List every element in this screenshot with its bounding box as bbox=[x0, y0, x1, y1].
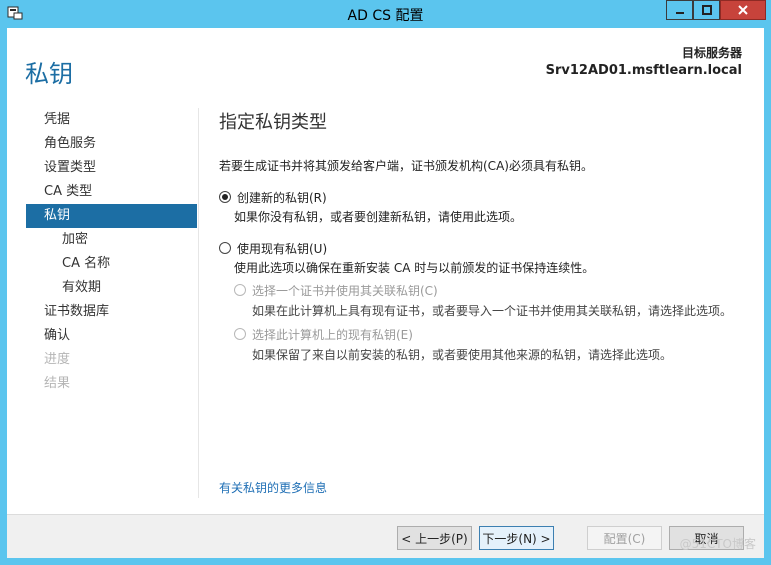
minimize-icon bbox=[675, 12, 684, 14]
wizard-nav: 凭据 角色服务 设置类型 CA 类型 私钥 加密 CA 名称 有效期 证书数据库… bbox=[26, 108, 197, 396]
use-existing-key-label: 使用现有私钥(U) bbox=[237, 241, 328, 256]
maximize-icon bbox=[701, 5, 712, 15]
nav-item-confirmation[interactable]: 确认 bbox=[26, 324, 197, 348]
minimize-button[interactable] bbox=[666, 0, 693, 20]
use-existing-key-description: 使用此选项以确保在重新安装 CA 时与以前颁发的证书保持连续性。 bbox=[234, 261, 595, 275]
target-server-value: Srv12AD01.msftlearn.local bbox=[545, 63, 742, 78]
target-server-label: 目标服务器 bbox=[681, 46, 742, 60]
intro-text: 若要生成证书并将其颁发给客户端，证书颁发机构(CA)必须具有私钥。 bbox=[219, 159, 593, 173]
window-title: AD CS 配置 bbox=[347, 8, 424, 24]
select-cert-option: 选择一个证书并使用其关联私钥(C) bbox=[234, 281, 749, 299]
configure-button: 配置(C) bbox=[587, 526, 662, 550]
nav-item-ca-name[interactable]: CA 名称 bbox=[26, 252, 197, 276]
use-existing-key-option[interactable]: 使用现有私钥(U) bbox=[219, 239, 749, 257]
select-existing-key-label: 选择此计算机上的现有私钥(E) bbox=[252, 327, 413, 342]
nav-item-role-services[interactable]: 角色服务 bbox=[26, 132, 197, 156]
nav-divider bbox=[198, 108, 199, 498]
wizard-client-area: 私钥 目标服务器 Srv12AD01.msftlearn.local 凭据 角色… bbox=[7, 28, 764, 558]
nav-item-cryptography[interactable]: 加密 bbox=[26, 228, 197, 252]
close-button[interactable] bbox=[720, 0, 766, 20]
select-cert-description: 如果在此计算机上具有现有证书，或者要导入一个证书并使用其关联私钥，请选择此选项。 bbox=[252, 304, 733, 318]
nav-item-private-key[interactable]: 私钥 bbox=[26, 204, 197, 228]
nav-item-setup-type[interactable]: 设置类型 bbox=[26, 156, 197, 180]
close-icon bbox=[738, 5, 748, 15]
window: AD CS 配置 私钥 目标服务器 Srv12AD01.msftlearn.lo… bbox=[0, 0, 771, 565]
watermark: @51CTO博客 bbox=[679, 537, 756, 551]
content-pane: 指定私钥类型 若要生成证书并将其颁发给客户端，证书颁发机构(CA)必须具有私钥。… bbox=[219, 108, 749, 363]
title-bar[interactable]: AD CS 配置 bbox=[0, 0, 771, 28]
radio-disabled-icon bbox=[234, 328, 246, 340]
nav-item-ca-type[interactable]: CA 类型 bbox=[26, 180, 197, 204]
radio-disabled-icon bbox=[234, 284, 246, 296]
radio-unchecked-icon[interactable] bbox=[219, 242, 231, 254]
nav-item-results: 结果 bbox=[44, 376, 71, 391]
wizard-footer: < 上一步(P) 下一步(N) > 配置(C) 取消 @51CTO博客 bbox=[7, 514, 764, 558]
nav-item-validity-period[interactable]: 有效期 bbox=[26, 276, 197, 300]
radio-checked-icon[interactable] bbox=[219, 191, 231, 203]
select-cert-label: 选择一个证书并使用其关联私钥(C) bbox=[252, 283, 438, 298]
more-info-link[interactable]: 有关私钥的更多信息 bbox=[219, 479, 327, 496]
next-button[interactable]: 下一步(N) > bbox=[479, 526, 554, 550]
nav-item-progress: 进度 bbox=[44, 352, 71, 367]
nav-item-certificate-database[interactable]: 证书数据库 bbox=[26, 300, 197, 324]
create-new-key-description: 如果你没有私钥，或者要创建新私钥，请使用此选项。 bbox=[234, 210, 523, 224]
page-title: 私钥 bbox=[25, 60, 73, 88]
select-existing-key-description: 如果保留了来自以前安装的私钥，或者要使用其他来源的私钥，请选择此选项。 bbox=[252, 348, 673, 362]
maximize-button[interactable] bbox=[693, 0, 720, 20]
select-existing-key-option: 选择此计算机上的现有私钥(E) bbox=[234, 325, 749, 343]
section-title: 指定私钥类型 bbox=[219, 112, 327, 133]
create-new-key-option[interactable]: 创建新的私钥(R) bbox=[219, 188, 749, 206]
create-new-key-label: 创建新的私钥(R) bbox=[237, 190, 327, 205]
nav-item-credentials[interactable]: 凭据 bbox=[26, 108, 197, 132]
previous-button[interactable]: < 上一步(P) bbox=[397, 526, 472, 550]
